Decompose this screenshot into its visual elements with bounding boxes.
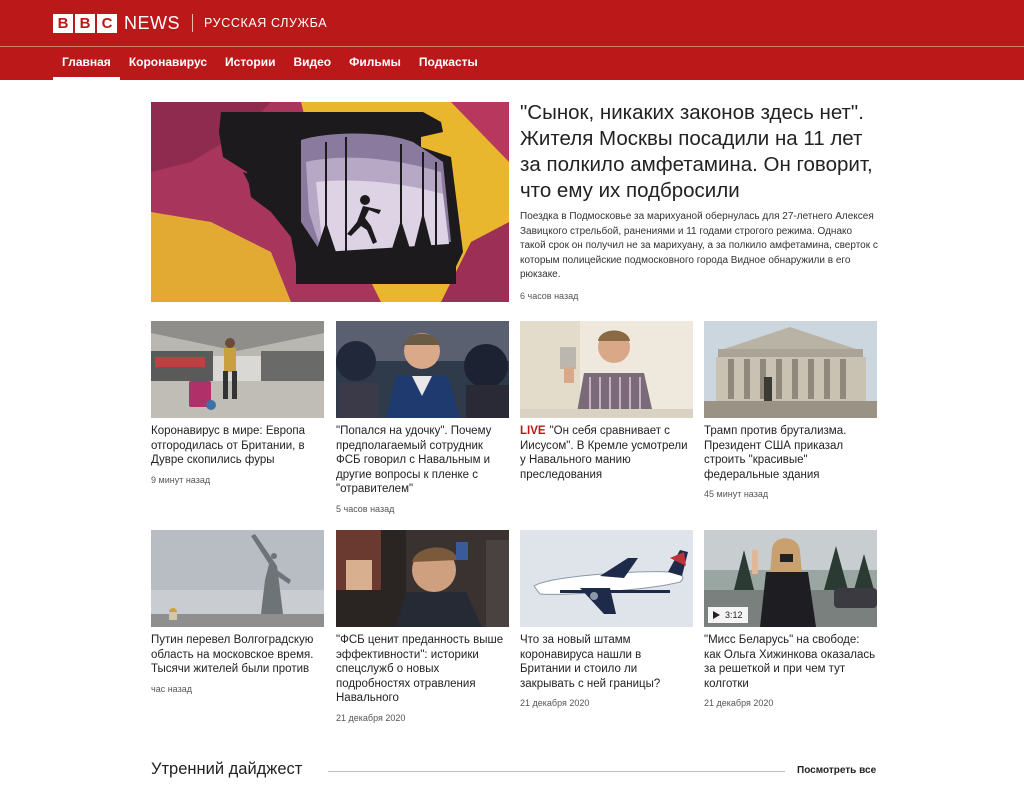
nav-item-coronavirus[interactable]: Коронавирус: [120, 47, 216, 80]
story-timestamp: 21 декабря 2020: [520, 698, 590, 708]
story-card: "Попался на удочку". Почему предполагаем…: [336, 321, 509, 514]
story-card: 3:12 "Мисс Беларусь" на свободе: как Оль…: [704, 530, 877, 708]
story-thumbnail[interactable]: [704, 321, 877, 418]
story-thumbnail[interactable]: [336, 530, 509, 627]
play-icon: [713, 611, 720, 619]
nav-item-podcasts[interactable]: Подкасты: [410, 47, 487, 80]
video-duration-badge[interactable]: 3:12: [708, 607, 748, 623]
story-card: Трамп против брутализма. Президент США п…: [704, 321, 877, 499]
logo-letter-b2: B: [75, 13, 95, 33]
main-nav: Главная Коронавирус Истории Видео Фильмы…: [53, 47, 487, 80]
logo-letter-b1: B: [53, 13, 73, 33]
hero-summary: Поездка в Подмосковье за марихуаной обер…: [520, 211, 878, 280]
story-timestamp: 21 декабря 2020: [336, 712, 406, 723]
logo-divider: [192, 14, 193, 32]
nav-item-video[interactable]: Видео: [284, 47, 340, 80]
story-card: Что за новый штамм коронавируса нашли в …: [520, 530, 693, 708]
bbc-news-logo[interactable]: B B C NEWS РУССКАЯ СЛУЖБА: [53, 13, 327, 33]
section-title: Утренний дайджест: [151, 760, 303, 778]
hero-article: "Сынок, никаких законов здесь нет". Жите…: [520, 100, 880, 301]
story-thumbnail[interactable]: [520, 321, 693, 418]
nav-item-stories[interactable]: Истории: [216, 47, 284, 80]
story-timestamp: 45 минут назад: [704, 489, 769, 499]
story-thumbnail[interactable]: [151, 321, 324, 418]
logo-letter-c: C: [97, 13, 117, 33]
story-headline[interactable]: LIVE "Он себя сравнивает с Иисусом". В Кр…: [520, 424, 693, 482]
see-all-link[interactable]: Посмотреть все: [797, 765, 876, 776]
story-headline[interactable]: "Попался на удочку". Почему предполагаем…: [336, 424, 509, 497]
hero-headline[interactable]: "Сынок, никаких законов здесь нет". Жите…: [520, 100, 880, 204]
story-headline[interactable]: Коронавирус в мире: Европа отгородилась …: [151, 424, 324, 468]
hero-timestamp: 6 часов назад: [520, 290, 579, 301]
logo-news: NEWS: [124, 12, 180, 33]
story-headline[interactable]: "ФСБ ценит преданность выше эффективност…: [336, 633, 509, 706]
nav-item-films[interactable]: Фильмы: [340, 47, 410, 80]
story-timestamp: 9 минут назад: [151, 474, 211, 485]
bbc-logo-blocks: B B C: [53, 13, 117, 33]
story-headline[interactable]: Путин перевел Волгоградскую область на м…: [151, 633, 324, 677]
story-timestamp: 5 часов назад: [336, 503, 395, 514]
nav-item-home[interactable]: Главная: [53, 47, 120, 80]
story-headline[interactable]: Трамп против брутализма. Президент США п…: [704, 424, 877, 482]
story-thumbnail[interactable]: [151, 530, 324, 627]
masthead: B B C NEWS РУССКАЯ СЛУЖБА Главная Корона…: [0, 0, 1024, 80]
story-card: LIVE "Он себя сравнивает с Иисусом". В Кр…: [520, 321, 693, 482]
service-name: РУССКАЯ СЛУЖБА: [204, 16, 328, 30]
hero-image[interactable]: [151, 102, 509, 302]
story-card: "ФСБ ценит преданность выше эффективност…: [336, 530, 509, 723]
story-headline[interactable]: "Мисс Беларусь" на свободе: как Ольга Хи…: [704, 633, 877, 691]
story-thumbnail[interactable]: [336, 321, 509, 418]
story-card: Коронавирус в мире: Европа отгородилась …: [151, 321, 324, 485]
video-duration: 3:12: [725, 610, 743, 620]
section-divider: [328, 771, 785, 772]
live-label: LIVE: [520, 425, 546, 437]
story-timestamp: 21 декабря 2020: [704, 698, 774, 708]
story-headline[interactable]: Что за новый штамм коронавируса нашли в …: [520, 633, 693, 691]
story-thumbnail[interactable]: 3:12: [704, 530, 877, 627]
story-card: Путин перевел Волгоградскую область на м…: [151, 530, 324, 694]
story-thumbnail[interactable]: [520, 530, 693, 627]
story-timestamp: час назад: [151, 683, 192, 694]
